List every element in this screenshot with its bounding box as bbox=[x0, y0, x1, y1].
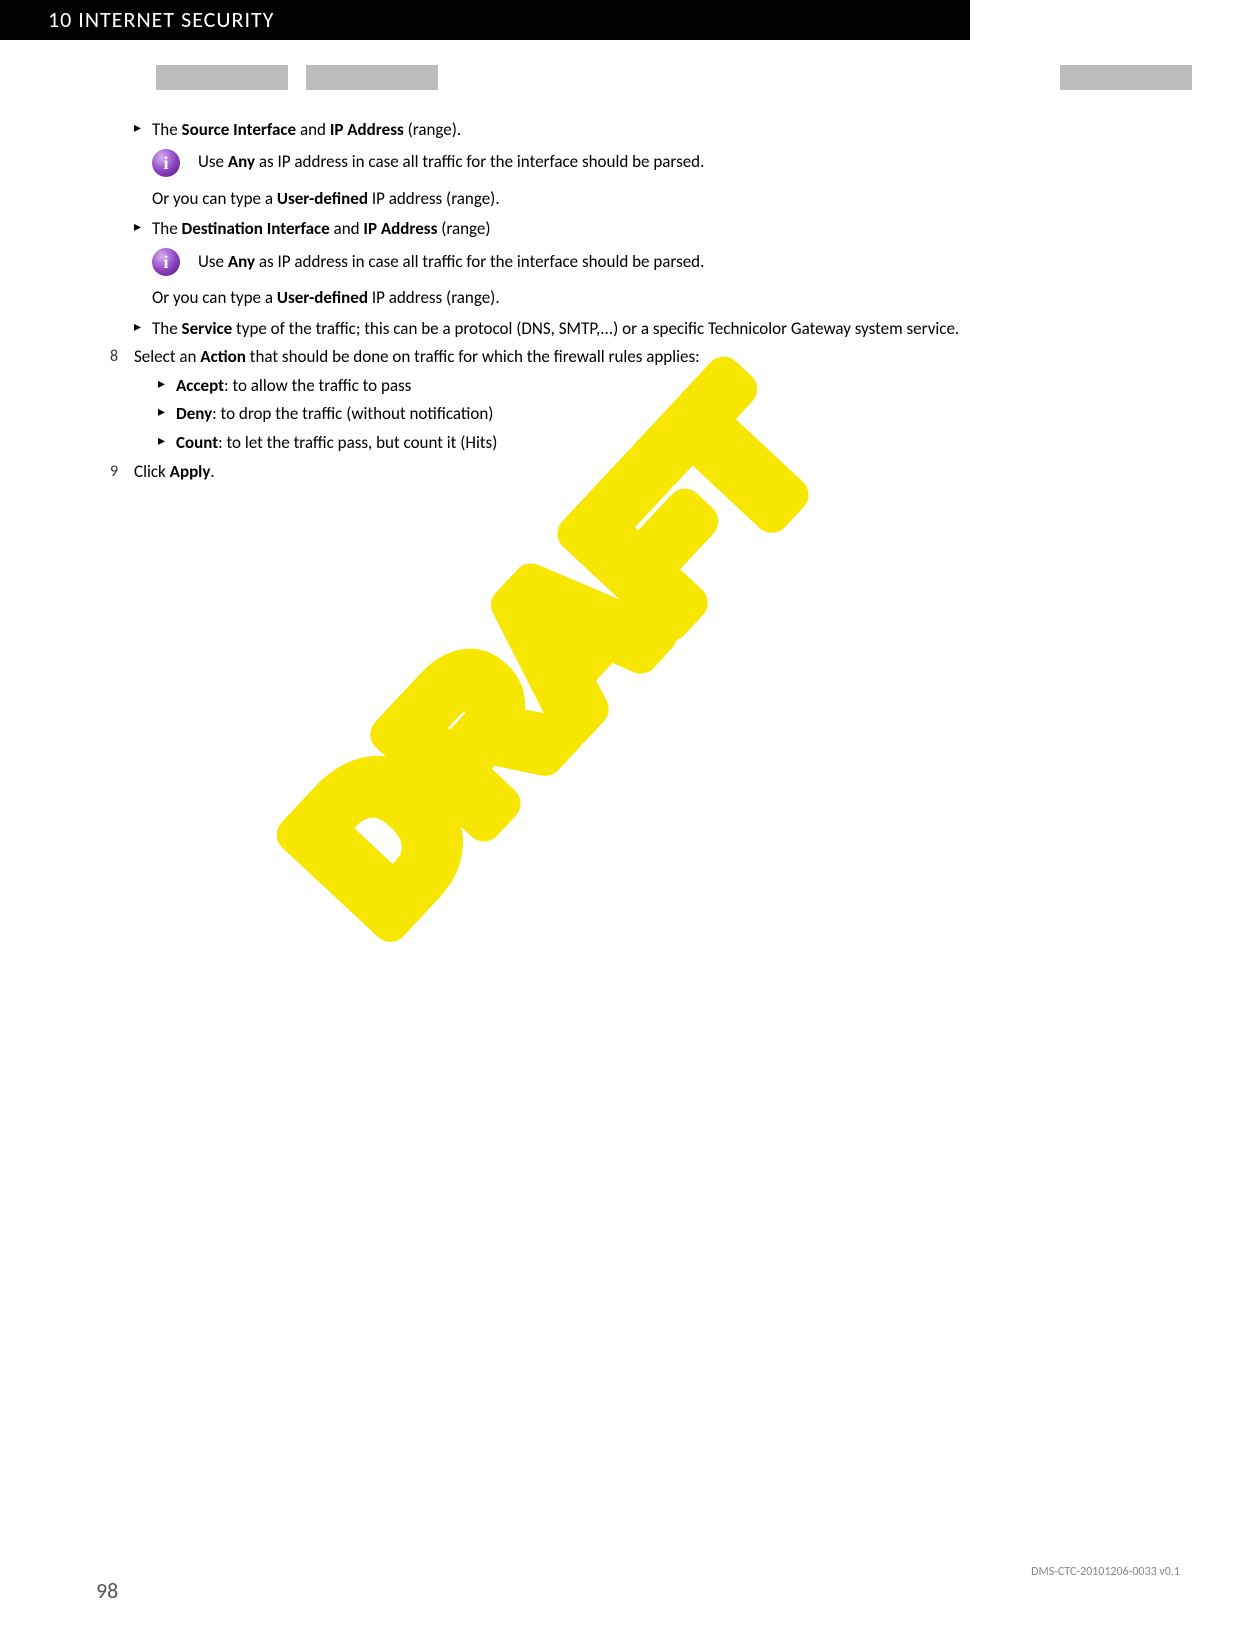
tab-box bbox=[306, 65, 438, 90]
step-item: 8 Select an Action that should be done o… bbox=[110, 345, 1090, 456]
action-item: Accept: to allow the traffic to pass bbox=[176, 374, 1090, 399]
page-number: 98 bbox=[96, 1575, 118, 1607]
info-icon bbox=[152, 248, 180, 276]
tab-row bbox=[156, 65, 1192, 90]
sub-text: Or you can type a User-defined IP addres… bbox=[152, 187, 1090, 212]
info-note: Use Any as IP address in case all traffi… bbox=[152, 248, 1090, 276]
list-item: The Source Interface and IP Address (ran… bbox=[152, 118, 1090, 143]
action-item: Deny: to drop the traffic (without notif… bbox=[176, 402, 1090, 427]
sub-text: Or you can type a User-defined IP addres… bbox=[152, 286, 1090, 311]
chapter-header: 10 INTERNET SECURITY bbox=[0, 0, 970, 40]
footer: 98 bbox=[96, 1575, 1180, 1607]
tab-box bbox=[156, 65, 288, 90]
step-number: 9 bbox=[110, 460, 118, 483]
chapter-number: 10 bbox=[48, 4, 72, 36]
chapter-title: INTERNET SECURITY bbox=[78, 4, 274, 36]
action-item: Count: to let the traffic pass, but coun… bbox=[176, 431, 1090, 456]
content-area: The Source Interface and IP Address (ran… bbox=[110, 118, 1090, 488]
note-text: Use Any as IP address in case all traffi… bbox=[198, 150, 704, 175]
note-text: Use Any as IP address in case all traffi… bbox=[198, 250, 704, 275]
step-number: 8 bbox=[110, 345, 118, 368]
step-item: 9 Click Apply. bbox=[110, 460, 1090, 485]
info-icon bbox=[152, 149, 180, 177]
info-note: Use Any as IP address in case all traffi… bbox=[152, 149, 1090, 177]
list-item: The Service type of the traffic; this ca… bbox=[152, 317, 1090, 342]
tab-box bbox=[1060, 65, 1192, 90]
list-item: The Destination Interface and IP Address… bbox=[152, 217, 1090, 242]
